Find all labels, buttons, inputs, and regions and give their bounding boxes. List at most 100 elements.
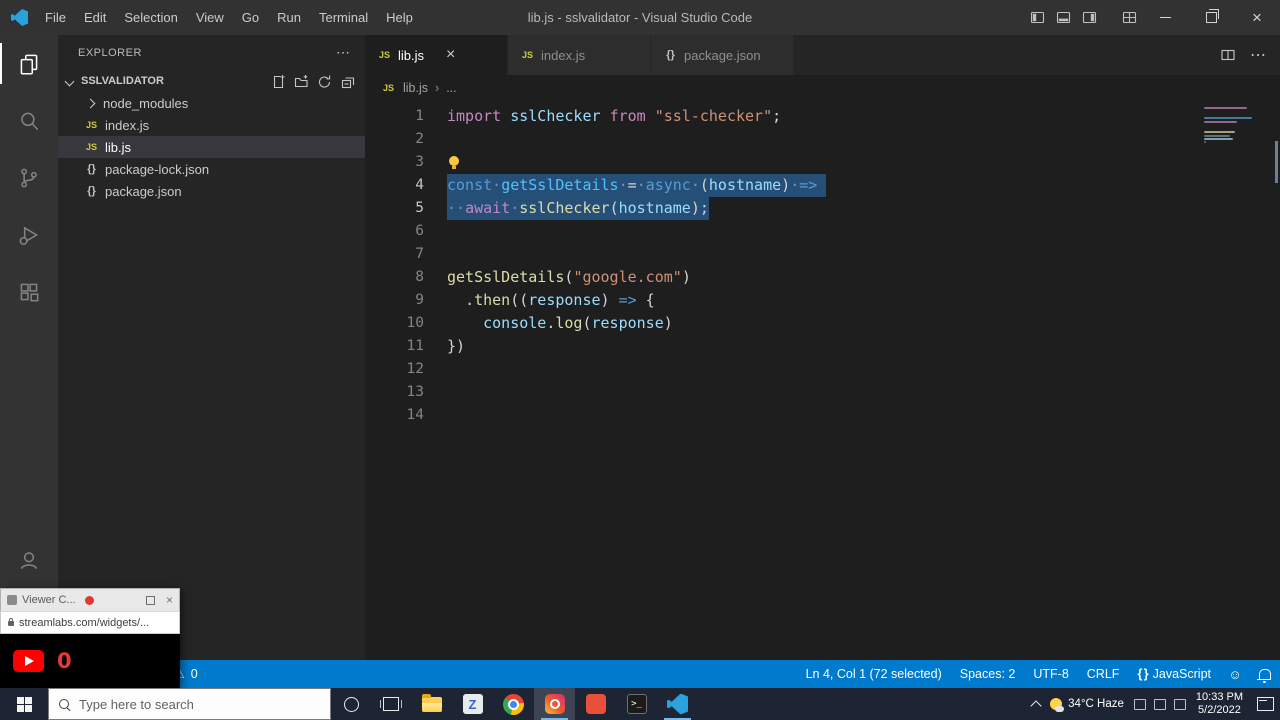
menu-go[interactable]: Go xyxy=(233,0,268,35)
menu-view[interactable]: View xyxy=(187,0,233,35)
file-item-node_modules[interactable]: node_modules xyxy=(58,92,365,114)
run-debug-icon[interactable] xyxy=(0,206,58,263)
code-line-3[interactable]: 3 xyxy=(365,151,1280,174)
source-control-icon[interactable] xyxy=(0,149,58,206)
viewer-count-window[interactable]: Viewer C... × streamlabs.com/widgets/...… xyxy=(0,588,180,688)
menu-help[interactable]: Help xyxy=(377,0,422,35)
editor-more-actions-icon[interactable]: ⋯ xyxy=(1250,45,1266,65)
code-line-5[interactable]: 5··await·sslChecker(hostname); xyxy=(365,197,1280,220)
status-label: Ln 4, Col 1 (72 selected) xyxy=(806,667,942,681)
cortana-button[interactable] xyxy=(331,688,371,720)
toggle-secondary-sidebar-icon[interactable] xyxy=(1076,0,1102,35)
line-content xyxy=(447,151,461,174)
menu-run[interactable]: Run xyxy=(268,0,310,35)
taskbar-search[interactable] xyxy=(48,688,331,720)
breadcrumb[interactable]: JS lib.js › ... xyxy=(365,75,1280,101)
menu-file[interactable]: File xyxy=(36,0,75,35)
tray-icon[interactable] xyxy=(1154,699,1166,710)
viewer-close-icon[interactable]: × xyxy=(166,593,173,607)
tab-index.js[interactable]: JSindex.js xyxy=(508,35,651,75)
taskbar-app-app-window[interactable] xyxy=(452,688,493,720)
file-item-lib.js[interactable]: JSlib.js xyxy=(58,136,365,158)
restore-button[interactable] xyxy=(1188,0,1234,35)
tab-close-icon[interactable]: × xyxy=(446,46,455,64)
tray-icon[interactable] xyxy=(1134,699,1146,710)
code-line-9[interactable]: 9 .then((response) => { xyxy=(365,289,1280,312)
project-section-header[interactable]: SSLVALIDATOR xyxy=(58,70,365,92)
menu-edit[interactable]: Edit xyxy=(75,0,115,35)
menu-selection[interactable]: Selection xyxy=(115,0,186,35)
code-line-4[interactable]: 4const·getSslDetails·=·async·(hostname)·… xyxy=(365,174,1280,197)
account-icon[interactable] xyxy=(0,531,58,588)
taskbar-clock[interactable]: 10:33 PM 5/2/2022 xyxy=(1196,691,1243,717)
taskbar-app-app-orange[interactable] xyxy=(575,688,616,720)
viewer-maximize-icon[interactable] xyxy=(146,596,155,605)
viewer-window-titlebar[interactable]: Viewer C... × xyxy=(0,588,180,611)
code-line-1[interactable]: 1import sslChecker from "ssl-checker"; xyxy=(365,105,1280,128)
taskbar-app-vscode[interactable] xyxy=(657,688,698,720)
file-tree: node_modulesJSindex.jsJSlib.js{}package-… xyxy=(58,92,365,202)
hidden-icons-chevron[interactable] xyxy=(1030,700,1041,711)
taskbar-app-camera[interactable] xyxy=(534,688,575,720)
file-item-package.json[interactable]: {}package.json xyxy=(58,180,365,202)
collapse-all-icon[interactable] xyxy=(340,74,355,89)
status-indentation[interactable]: Spaces: 2 xyxy=(951,660,1025,688)
code-line-8[interactable]: 8getSslDetails("google.com") xyxy=(365,266,1280,289)
weather-widget[interactable]: 34°C Haze xyxy=(1050,698,1124,710)
file-label: index.js xyxy=(105,118,149,133)
file-item-index.js[interactable]: JSindex.js xyxy=(58,114,365,136)
split-editor-icon[interactable] xyxy=(1220,48,1236,62)
refresh-icon[interactable] xyxy=(317,74,332,89)
status-language-mode[interactable]: { }JavaScript xyxy=(1128,660,1220,688)
search-input[interactable] xyxy=(77,696,320,713)
taskbar-apps xyxy=(411,688,698,720)
taskbar-app-terminal[interactable] xyxy=(616,688,657,720)
project-name: SSLVALIDATOR xyxy=(81,75,164,87)
js-file-icon: JS xyxy=(381,83,396,93)
tab-package.json[interactable]: {}package.json xyxy=(651,35,794,75)
toggle-panel-icon[interactable] xyxy=(1050,0,1076,35)
close-button[interactable]: × xyxy=(1234,0,1280,35)
overview-ruler-selection xyxy=(1275,141,1278,183)
taskbar-app-chrome[interactable] xyxy=(493,688,534,720)
tray-icon[interactable] xyxy=(1174,699,1186,710)
action-center-icon[interactable] xyxy=(1257,697,1274,711)
tab-lib.js[interactable]: JSlib.js× xyxy=(365,35,508,75)
minimize-button[interactable] xyxy=(1142,0,1188,35)
code-line-12[interactable]: 12 xyxy=(365,358,1280,381)
minimap[interactable] xyxy=(1204,107,1264,155)
explorer-more-actions-icon[interactable]: ⋯ xyxy=(336,44,351,61)
file-item-package-lock.json[interactable]: {}package-lock.json xyxy=(58,158,365,180)
minimap-line xyxy=(1204,138,1233,140)
line-number: 10 xyxy=(365,312,447,335)
feedback-icon[interactable]: ☺ xyxy=(1220,660,1250,688)
status-cursor-position[interactable]: Ln 4, Col 1 (72 selected) xyxy=(797,660,951,688)
menu-terminal[interactable]: Terminal xyxy=(310,0,377,35)
title-bar: FileEditSelectionViewGoRunTerminalHelp l… xyxy=(0,0,1280,35)
extensions-icon[interactable] xyxy=(0,263,58,320)
start-button[interactable] xyxy=(0,688,48,720)
js-file-icon: JS xyxy=(377,50,392,60)
search-icon[interactable] xyxy=(0,92,58,149)
task-view-button[interactable] xyxy=(371,688,411,720)
notifications-bell-icon[interactable] xyxy=(1250,660,1280,688)
lightbulb-icon[interactable] xyxy=(449,156,459,166)
code-line-14[interactable]: 14 xyxy=(365,404,1280,427)
viewer-address-bar[interactable]: streamlabs.com/widgets/... xyxy=(0,611,180,634)
code-editor[interactable]: 1import sslChecker from "ssl-checker";23… xyxy=(365,101,1280,660)
taskbar-app-file-explorer[interactable] xyxy=(411,688,452,720)
code-line-11[interactable]: 11}) xyxy=(365,335,1280,358)
tray-status-icons[interactable] xyxy=(1134,699,1186,710)
explorer-icon[interactable] xyxy=(0,35,58,92)
code-line-6[interactable]: 6 xyxy=(365,220,1280,243)
new-folder-icon[interactable] xyxy=(294,74,309,89)
status-encoding[interactable]: UTF-8 xyxy=(1024,660,1077,688)
code-line-13[interactable]: 13 xyxy=(365,381,1280,404)
code-line-10[interactable]: 10 console.log(response) xyxy=(365,312,1280,335)
customize-layout-icon[interactable] xyxy=(1116,0,1142,35)
status-eol[interactable]: CRLF xyxy=(1078,660,1129,688)
code-line-2[interactable]: 2 xyxy=(365,128,1280,151)
toggle-sidebar-icon[interactable] xyxy=(1024,0,1050,35)
new-file-icon[interactable] xyxy=(271,74,286,89)
code-line-7[interactable]: 7 xyxy=(365,243,1280,266)
